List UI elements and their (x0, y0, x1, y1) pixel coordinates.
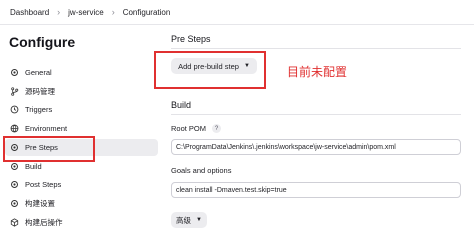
advanced-label: 高级 (176, 215, 192, 225)
sidebar-item-post-build-actions[interactable]: 构建后操作 (5, 214, 158, 231)
branch-icon (10, 87, 19, 96)
highlight-box-pre-steps (3, 136, 95, 162)
root-pom-label-text: Root POM (171, 124, 207, 133)
sidebar-item-label: 源码管理 (25, 87, 55, 96)
root-pom-label: Root POM ? (171, 124, 222, 133)
sidebar-item-label: 构建设置 (25, 199, 55, 208)
annotation-not-configured: 目前未配置 (287, 65, 348, 79)
sidebar-item-label: General (25, 68, 52, 77)
build-divider (171, 114, 461, 115)
gear-icon (10, 162, 19, 171)
sidebar-item-build-settings[interactable]: 构建设置 (5, 195, 158, 212)
breadcrumb-separator: › (57, 7, 61, 17)
pre-steps-divider (171, 48, 461, 49)
breadcrumb-dashboard[interactable]: Dashboard (8, 8, 51, 17)
sidebar-item-environment[interactable]: Environment (5, 120, 158, 137)
pre-steps-title: Pre Steps (171, 34, 211, 44)
sidebar-item-label: 构建后操作 (25, 218, 63, 227)
goals-input[interactable]: clean install -Dmaven.test.skip=true (171, 182, 461, 198)
sidebar-item-label: Post Steps (25, 180, 62, 189)
root-pom-input[interactable]: C:\ProgramData\Jenkins\.jenkins\workspac… (171, 139, 461, 155)
breadcrumb-separator: › (111, 7, 115, 17)
breadcrumb-configuration[interactable]: Configuration (121, 8, 173, 17)
goals-label-text: Goals and options (171, 166, 232, 175)
advanced-button[interactable]: 高级 ▼ (171, 212, 207, 228)
gear-icon (10, 199, 19, 208)
breadcrumb: Dashboard › jw-service › Configuration (0, 0, 474, 24)
sidebar-item-post-steps[interactable]: Post Steps (5, 176, 158, 193)
sidebar-item-general[interactable]: General (5, 64, 158, 81)
breadcrumb-jw-service[interactable]: jw-service (66, 8, 106, 17)
highlight-box-add-step (154, 51, 266, 89)
globe-icon (10, 124, 19, 133)
page-title: Configure (9, 34, 76, 50)
gear-icon (10, 180, 19, 189)
sidebar-item-triggers[interactable]: Triggers (5, 101, 158, 118)
breadcrumb-divider (0, 24, 474, 25)
clock-icon (10, 105, 19, 114)
sidebar-item-source-control[interactable]: 源码管理 (5, 83, 158, 100)
sidebar-item-label: Triggers (25, 105, 53, 114)
sidebar-item-label: Environment (25, 124, 68, 133)
help-icon[interactable]: ? (212, 124, 222, 133)
chevron-down-icon: ▼ (196, 217, 202, 223)
cube-icon (10, 218, 19, 227)
sidebar-item-label: Build (25, 162, 42, 171)
gear-icon (10, 68, 19, 77)
build-title: Build (171, 100, 192, 110)
goals-label: Goals and options (171, 166, 231, 175)
